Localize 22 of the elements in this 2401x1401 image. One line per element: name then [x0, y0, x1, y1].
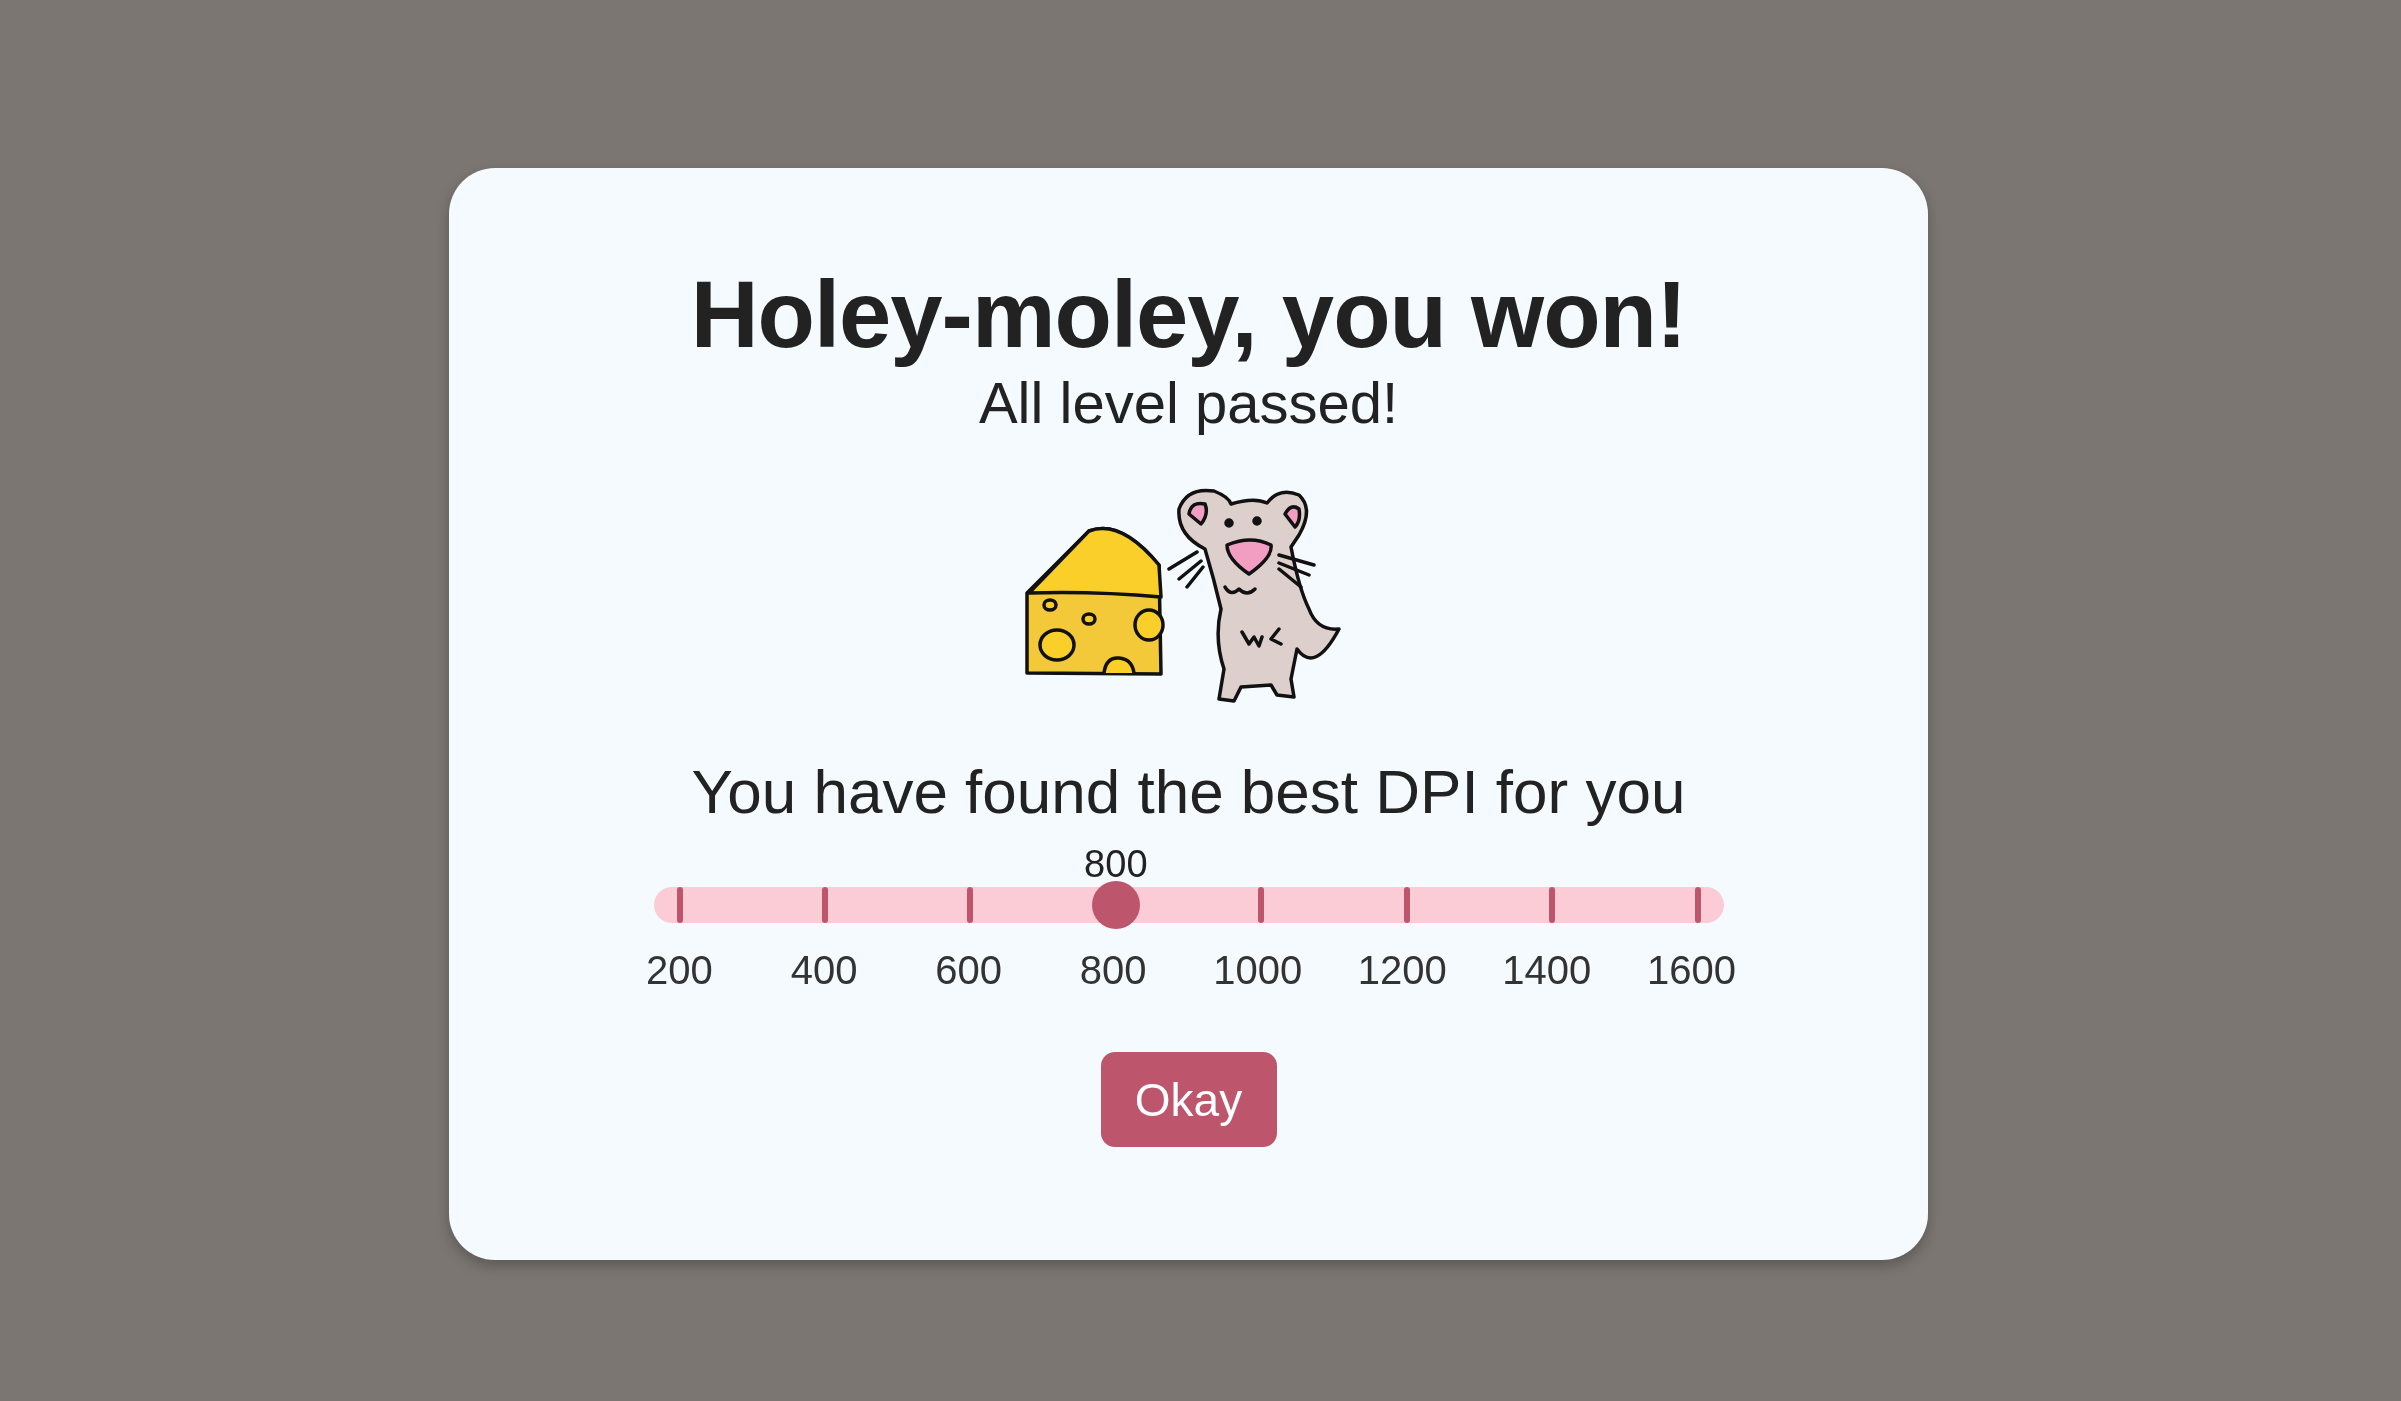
tick-mark: [1403, 887, 1410, 923]
okay-button[interactable]: Okay: [1100, 1052, 1277, 1147]
tick-label: 1200: [1357, 947, 1447, 994]
title: Holey-moley, you won!: [690, 261, 1687, 369]
tick-label: 400: [790, 947, 858, 994]
tick-label: 200: [646, 947, 713, 994]
slider-value: 800: [1084, 842, 1148, 887]
slider-thumb[interactable]: [1091, 881, 1140, 929]
tick-mark: [1694, 887, 1701, 923]
subtitle: All level passed!: [978, 369, 1399, 437]
tick-label: 1000: [1213, 947, 1303, 994]
tick-mark: [1549, 887, 1556, 923]
tick-mark: [967, 887, 974, 923]
slider-track[interactable]: [653, 881, 1724, 929]
tick-label: 800: [1079, 947, 1147, 994]
prompt: You have found the best DPI for you: [691, 756, 1686, 828]
tick-mark: [676, 887, 683, 923]
tick-label: 1400: [1502, 947, 1592, 994]
tick-mark: [1258, 887, 1265, 923]
tick-label: 600: [935, 947, 1002, 994]
tick-label: 1600: [1646, 947, 1736, 994]
tick-mark: [821, 887, 828, 923]
